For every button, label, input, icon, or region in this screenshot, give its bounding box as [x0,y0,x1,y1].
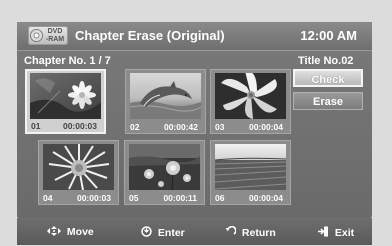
white-flower-image [215,73,286,119]
disc-type-line2: -RAM [45,35,65,43]
move-hint: Move [47,226,94,238]
chapter-duration: 00:00:03 [76,193,111,203]
chapter-duration: 00:00:04 [248,122,283,132]
return-label: Return [241,227,276,239]
chapter-erase-panel: DVD -RAM Chapter Erase (Original) 12:00 … [17,22,372,218]
clock: 12:00 AM [300,28,357,43]
chapter-duration: 00:00:11 [163,193,197,203]
chapter-thumbnail-03[interactable]: 03 00:00:04 [210,69,291,134]
chapter-duration: 00:00:42 [163,122,198,132]
chapter-number-label: 04 [43,193,53,203]
chapter-number-label: 05 [129,193,139,203]
footer-bar: Move Enter Return Exit [17,218,372,245]
chapter-number: Chapter No. 1 / 7 [24,55,111,67]
arrows-icon [47,226,64,238]
exit-label: Exit [334,227,355,239]
return-icon [225,225,239,239]
check-button[interactable]: Check [293,69,363,87]
disc-icon [31,30,42,41]
title-bar: DVD -RAM Chapter Erase (Original) 12:00 … [17,22,372,51]
chapter-thumbnail-05[interactable]: 05 00:00:11 [124,140,205,205]
exit-hint: Exit [318,226,354,239]
enter-icon [141,226,155,239]
disc-type-line1: DVD [47,28,63,35]
chapter-number-label: 01 [31,121,41,131]
disc-type-badge: DVD -RAM [28,26,68,45]
chapter-number-label: 02 [130,122,140,132]
dolphin-leaping-image [130,73,201,119]
chapter-thumbnail-04[interactable]: 04 00:00:03 [38,140,119,205]
crop-field-image [215,144,286,190]
move-label: Move [66,226,94,238]
exit-icon [318,226,332,239]
title-number: Title No.02 [298,55,354,67]
enter-hint: Enter [141,226,185,239]
chapter-thumbnail-02[interactable]: 02 00:00:42 [125,69,206,134]
dandelion-flower-image [43,144,114,190]
chapter-number-label: 03 [215,122,225,132]
chapter-number-label: 06 [215,193,225,203]
chapter-thumbnail-01[interactable]: 01 00:00:03 [25,69,106,134]
screen: DVD -RAM Chapter Erase (Original) 12:00 … [0,0,392,246]
chapter-duration: 00:00:04 [248,193,283,203]
page-title: Chapter Erase (Original) [75,28,225,43]
flowers-field-image [129,144,200,190]
flower-on-rocks-image [30,73,101,119]
chapter-duration: 00:00:03 [62,121,97,131]
erase-button[interactable]: Erase [293,92,363,110]
return-hint: Return [225,225,276,239]
chapter-thumbnail-06[interactable]: 06 00:00:04 [210,140,291,205]
enter-label: Enter [157,227,185,239]
disc-type-label: DVD -RAM [43,28,67,43]
